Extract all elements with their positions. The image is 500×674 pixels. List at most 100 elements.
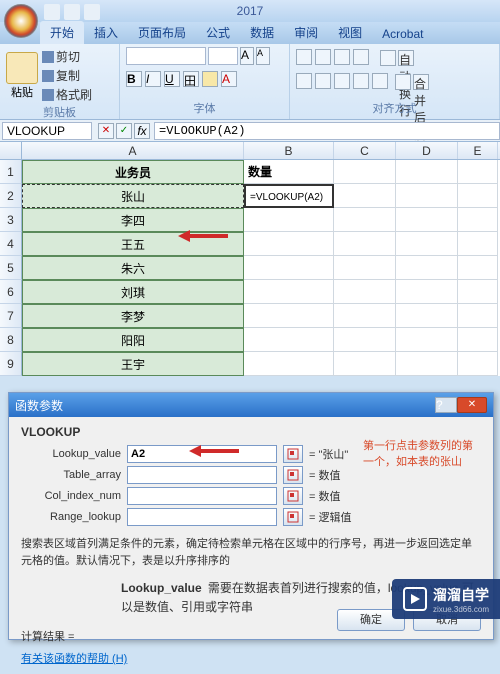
tab-home[interactable]: 开始 — [40, 21, 84, 44]
range-selector-icon[interactable] — [283, 466, 303, 484]
cell[interactable] — [334, 304, 396, 328]
cell[interactable] — [458, 304, 498, 328]
cell[interactable] — [396, 328, 458, 352]
qat-redo-icon[interactable] — [84, 4, 100, 20]
row-header[interactable]: 2 — [0, 184, 22, 208]
wrap-text-button[interactable]: 自动换行 — [380, 49, 414, 67]
underline-icon[interactable]: U — [164, 71, 180, 87]
cell[interactable] — [244, 328, 334, 352]
cell[interactable] — [458, 208, 498, 232]
cell[interactable] — [458, 256, 498, 280]
fx-icon[interactable]: fx — [134, 123, 150, 139]
cell[interactable] — [458, 352, 498, 376]
decrease-font-icon[interactable]: A — [256, 47, 270, 65]
name-box[interactable]: VLOOKUP — [2, 122, 92, 140]
col-header-b[interactable]: B — [244, 142, 334, 159]
formula-bar[interactable]: =VLOOKUP(A2) — [154, 122, 500, 140]
range-selector-icon[interactable] — [283, 508, 303, 526]
orientation-icon[interactable] — [353, 49, 369, 65]
align-center-icon[interactable] — [315, 73, 331, 89]
row-header[interactable]: 8 — [0, 328, 22, 352]
cell[interactable] — [396, 232, 458, 256]
range-selector-icon[interactable] — [283, 487, 303, 505]
cell-b1[interactable]: 数量 — [244, 160, 334, 184]
border-icon[interactable]: 田 — [183, 71, 199, 87]
merge-center-button[interactable]: 合并后居中 — [395, 73, 429, 91]
font-selector[interactable] — [126, 47, 206, 65]
cell-a1[interactable]: 业务员 — [22, 160, 244, 184]
cell[interactable] — [334, 328, 396, 352]
dialog-close-button[interactable]: ✕ — [457, 397, 487, 413]
tab-insert[interactable]: 插入 — [84, 21, 128, 44]
range-lookup-input[interactable] — [127, 508, 277, 526]
cell-b2[interactable]: =VLOOKUP(A2) — [244, 184, 334, 208]
cell[interactable] — [244, 304, 334, 328]
cut-button[interactable]: 剪切 — [42, 47, 92, 66]
cell[interactable]: 王宇 — [22, 352, 244, 376]
cell[interactable] — [458, 184, 498, 208]
table-array-input[interactable] — [127, 466, 277, 484]
italic-icon[interactable]: I — [145, 71, 161, 87]
cancel-formula-icon[interactable]: ✕ — [98, 123, 114, 139]
row-header[interactable]: 3 — [0, 208, 22, 232]
cell[interactable]: 朱六 — [22, 256, 244, 280]
cell[interactable]: 王五 — [22, 232, 244, 256]
cell[interactable] — [334, 352, 396, 376]
cell[interactable] — [458, 232, 498, 256]
tab-formulas[interactable]: 公式 — [196, 21, 240, 44]
cell[interactable] — [244, 280, 334, 304]
align-middle-icon[interactable] — [315, 49, 331, 65]
cell[interactable] — [396, 160, 458, 184]
col-header-e[interactable]: E — [458, 142, 498, 159]
tab-layout[interactable]: 页面布局 — [128, 21, 196, 44]
enter-formula-icon[interactable]: ✓ — [116, 123, 132, 139]
cell[interactable] — [334, 232, 396, 256]
cell[interactable] — [396, 256, 458, 280]
cell[interactable] — [396, 352, 458, 376]
font-color-icon[interactable]: A — [221, 71, 237, 87]
cell[interactable] — [334, 184, 396, 208]
align-left-icon[interactable] — [296, 73, 312, 89]
cell[interactable] — [334, 160, 396, 184]
cell[interactable] — [334, 208, 396, 232]
cell[interactable] — [396, 208, 458, 232]
tab-review[interactable]: 审阅 — [284, 21, 328, 44]
indent-inc-icon[interactable] — [372, 73, 388, 89]
align-bottom-icon[interactable] — [334, 49, 350, 65]
format-painter-button[interactable]: 格式刷 — [42, 85, 92, 104]
indent-dec-icon[interactable] — [353, 73, 369, 89]
cell[interactable] — [458, 328, 498, 352]
align-right-icon[interactable] — [334, 73, 350, 89]
cell[interactable] — [334, 256, 396, 280]
col-header-a[interactable]: A — [22, 142, 244, 159]
row-header[interactable]: 7 — [0, 304, 22, 328]
cell[interactable]: 刘琪 — [22, 280, 244, 304]
cell[interactable] — [396, 280, 458, 304]
function-help-link[interactable]: 有关该函数的帮助 (H) — [21, 650, 481, 666]
cell[interactable] — [458, 280, 498, 304]
copy-button[interactable]: 复制 — [42, 66, 92, 85]
align-top-icon[interactable] — [296, 49, 312, 65]
cell[interactable] — [244, 232, 334, 256]
tab-data[interactable]: 数据 — [240, 21, 284, 44]
row-header[interactable]: 1 — [0, 160, 22, 184]
tab-view[interactable]: 视图 — [328, 21, 372, 44]
row-header[interactable]: 4 — [0, 232, 22, 256]
cell[interactable] — [396, 184, 458, 208]
qat-undo-icon[interactable] — [64, 4, 80, 20]
cell[interactable] — [396, 304, 458, 328]
range-selector-icon[interactable] — [283, 445, 303, 463]
select-all-corner[interactable] — [0, 142, 22, 159]
paste-icon[interactable] — [6, 52, 38, 84]
cell[interactable] — [244, 352, 334, 376]
cell[interactable]: 李四 — [22, 208, 244, 232]
col-index-input[interactable] — [127, 487, 277, 505]
dialog-titlebar[interactable]: 函数参数 ? ✕ — [9, 393, 493, 417]
row-header[interactable]: 6 — [0, 280, 22, 304]
font-size-selector[interactable] — [208, 47, 238, 65]
col-header-d[interactable]: D — [396, 142, 458, 159]
cell[interactable]: 李梦 — [22, 304, 244, 328]
cell-a2[interactable]: 张山 — [22, 184, 244, 208]
dialog-help-icon[interactable]: ? — [435, 397, 457, 413]
row-header[interactable]: 9 — [0, 352, 22, 376]
